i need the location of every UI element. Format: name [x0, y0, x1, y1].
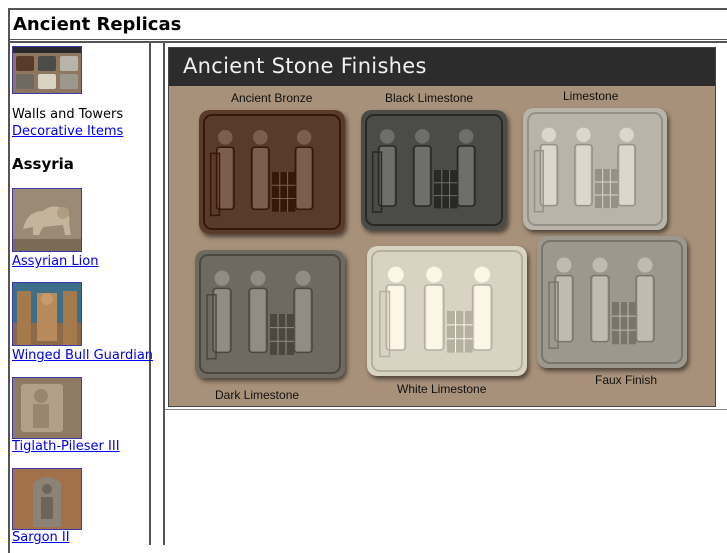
- walls-and-towers-text: Walls and Towers: [12, 107, 124, 122]
- relief-carving: [195, 250, 345, 378]
- plaque-label: Limestone: [563, 89, 619, 103]
- tiglath-pileser-icon: [13, 378, 81, 438]
- sidebar-item-assyrian-lion[interactable]: Assyrian Lion: [12, 254, 98, 269]
- lion-relief-icon: [13, 189, 81, 251]
- plaque-label: White Limestone: [397, 382, 487, 396]
- plaque-dark-limestone: [195, 250, 345, 378]
- image-banner-title: Ancient Stone Finishes: [183, 54, 427, 78]
- section-heading-assyria: Assyria: [12, 155, 74, 173]
- column-divider: [163, 43, 165, 545]
- relief-carving: [523, 108, 667, 230]
- plaque-faux-finish: [537, 236, 687, 368]
- stone-finishes-icon: [13, 47, 81, 93]
- decorative-items-link[interactable]: Decorative Items: [12, 124, 123, 139]
- site-title: Ancient Replicas: [13, 14, 182, 35]
- plaque-label: Dark Limestone: [215, 388, 300, 402]
- image-banner: Ancient Stone Finishes: [169, 48, 715, 86]
- winged-bull-thumbnail[interactable]: [12, 282, 82, 346]
- sargon-thumbnail[interactable]: [12, 468, 82, 530]
- assyrian-lion-thumbnail[interactable]: [12, 188, 82, 252]
- stone-finishes-thumbnail[interactable]: [12, 46, 82, 94]
- plaque-limestone: [523, 108, 667, 230]
- plaque-label: Black Limestone: [385, 91, 474, 105]
- plaque-ancient-bronze: [199, 110, 345, 234]
- plaque-white-limestone: [367, 246, 527, 376]
- plaque-label: Ancient Bronze: [231, 91, 313, 105]
- winged-bull-icon: [13, 283, 81, 345]
- plaque-black-limestone: [361, 110, 507, 230]
- sidebar-item-winged-bull-guardian[interactable]: Winged Bull Guardian: [12, 348, 153, 363]
- tiglath-pileser-thumbnail[interactable]: [12, 377, 82, 439]
- stone-finishes-image: Ancient Stone Finishes Ancient Bronze Bl…: [168, 47, 716, 407]
- relief-carving: [361, 110, 507, 230]
- site-header: Ancient Replicas: [10, 10, 727, 40]
- column-divider: [149, 43, 151, 545]
- relief-carving: [199, 110, 345, 234]
- header-divider: [8, 41, 727, 43]
- sargon-stele-icon: [13, 469, 81, 529]
- relief-carving: [537, 236, 687, 368]
- plaque-label: Faux Finish: [595, 373, 658, 387]
- relief-carving: [367, 246, 527, 376]
- sidebar-item-sargon-ii[interactable]: Sargon II: [12, 530, 70, 545]
- sidebar-item-tiglath-pileser-iii[interactable]: Tiglath-Pileser III: [12, 439, 120, 454]
- content-divider: [165, 409, 727, 410]
